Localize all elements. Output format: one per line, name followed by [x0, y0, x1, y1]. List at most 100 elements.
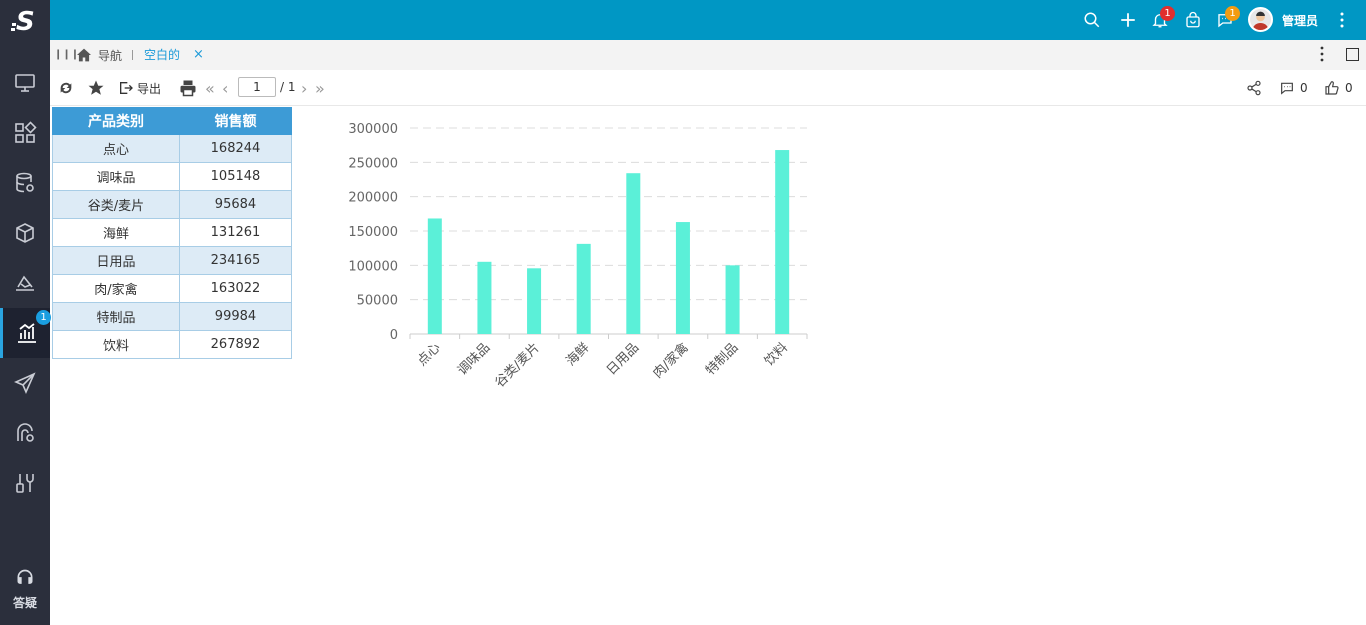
table-cell: 海鲜: [52, 218, 180, 247]
sidebar-item-monitor[interactable]: [0, 58, 50, 108]
likes-count: 0: [1345, 81, 1353, 95]
y-tick-label: 100000: [348, 259, 398, 274]
chart-icon: [17, 323, 36, 343]
x-tick-label: 特制品: [703, 340, 741, 378]
user-icon: [1252, 11, 1269, 30]
y-tick-label: 150000: [348, 225, 398, 240]
table-cell: 163022: [178, 274, 293, 303]
x-tick-label: 调味品: [455, 340, 493, 378]
tab-active[interactable]: 空白的: [144, 40, 180, 70]
messages-badge: 1: [1225, 6, 1240, 21]
monitor-icon: [15, 74, 35, 92]
sidebar-badge: 1: [36, 310, 51, 325]
layers-icon: [16, 275, 34, 291]
tab-separator: [132, 50, 133, 60]
notifications-button[interactable]: 1: [1148, 6, 1175, 32]
logo-icon: S: [11, 7, 35, 35]
chevron-left-icon: ‹: [222, 78, 229, 98]
maximize-icon[interactable]: [1346, 48, 1359, 61]
chart-bar: [477, 261, 492, 334]
export-button[interactable]: 导出: [118, 78, 161, 98]
header-more-button[interactable]: [1330, 8, 1354, 32]
double-chevron-right-icon: »: [315, 78, 325, 98]
chart-bar: [675, 222, 690, 334]
page-total: / 1: [280, 80, 296, 94]
top-bar: 1 1 管理员: [50, 0, 1366, 40]
sidebar-item-send[interactable]: [0, 358, 50, 408]
sidebar-item-database[interactable]: [0, 158, 50, 208]
bag-icon: [1186, 11, 1200, 28]
page-number-input[interactable]: [238, 77, 276, 97]
favorite-button[interactable]: [87, 78, 105, 98]
sidebar-item-layers[interactable]: [0, 258, 50, 308]
like-button[interactable]: 0: [1324, 78, 1353, 98]
table-cell: 点心: [52, 134, 180, 163]
database-icon: [16, 172, 34, 193]
headset-icon: [17, 569, 33, 584]
search-button[interactable]: [1080, 8, 1104, 32]
chart-bar: [626, 173, 641, 334]
x-tick-label: 日用品: [604, 340, 642, 378]
first-page-button[interactable]: «: [205, 78, 215, 98]
prev-page-button[interactable]: ‹: [222, 78, 228, 98]
table-cell: 99984: [178, 302, 293, 331]
sidebar-item-grid[interactable]: [0, 108, 50, 158]
app-logo[interactable]: S: [0, 0, 50, 40]
report-toolbar: 导出 « ‹ / 1 › » 0: [50, 70, 1366, 106]
help-button[interactable]: 答疑: [0, 566, 50, 616]
table-cell: 调味品: [52, 162, 180, 191]
x-tick-label: 饮料: [762, 340, 791, 369]
y-tick-label: 0: [390, 328, 398, 343]
share-button[interactable]: [1246, 78, 1262, 98]
table-row: 饮料 267892: [52, 330, 293, 359]
plus-icon: [1121, 13, 1135, 27]
refresh-button[interactable]: [58, 78, 74, 98]
y-tick-label: 50000: [357, 294, 398, 309]
table-row: 海鲜 131261: [52, 218, 293, 247]
print-button[interactable]: [179, 78, 197, 98]
cube-icon: [16, 223, 34, 243]
export-label: 导出: [137, 81, 162, 96]
table-cell: 168244: [178, 134, 293, 163]
tab-bar: ❙❙❙ 导航 空白的 ×: [50, 40, 1366, 70]
sales-bar-chart: 0 50000 100000 150000 200000 250000 300000 点心 调味…: [348, 122, 808, 391]
x-tick-label: 海鲜: [564, 340, 593, 369]
table-row: 日用品 234165: [52, 246, 293, 275]
more-vertical-icon: [1340, 12, 1344, 28]
user-name[interactable]: 管理员: [1282, 12, 1318, 29]
avatar[interactable]: [1248, 7, 1273, 32]
table-row: 特制品 99984: [52, 302, 293, 331]
table-row: 谷类/麦片 95684: [52, 190, 293, 219]
chevron-right-icon: ›: [301, 78, 308, 98]
table-cell: 特制品: [52, 302, 180, 331]
sidebar-item-chart[interactable]: 1: [0, 308, 51, 358]
x-tick-label: 谷类/麦片: [492, 340, 542, 390]
chart-bar: [527, 268, 542, 334]
column-header-category[interactable]: 产品类别: [52, 107, 180, 135]
column-header-sales[interactable]: 销售额: [178, 107, 293, 135]
messages-button[interactable]: 1: [1213, 6, 1240, 32]
table-cell: 谷类/麦片: [52, 190, 180, 219]
export-icon: [120, 82, 133, 94]
app-root: S 1 答疑 1 1 管理员 ❙❙❙ 导航 空白的 × 导出 « ‹ 1 / 1…: [0, 0, 1366, 625]
sidebar-item-cube[interactable]: [0, 208, 50, 258]
tab-close-icon[interactable]: ×: [193, 40, 204, 70]
table-header-row: 产品类别 销售额: [52, 107, 293, 135]
last-page-button[interactable]: »: [315, 78, 325, 98]
y-tick-label: 200000: [348, 191, 398, 206]
add-button[interactable]: [1116, 8, 1140, 32]
table-cell: 267892: [178, 330, 293, 359]
table-row: 点心 168244: [52, 134, 293, 163]
comments-button[interactable]: 0: [1279, 78, 1308, 98]
tab-more-button[interactable]: [1320, 46, 1334, 64]
sidebar-item-process[interactable]: [0, 408, 50, 458]
double-chevron-left-icon: «: [205, 78, 215, 98]
table-cell: 95684: [178, 190, 293, 219]
tab-navigation[interactable]: 导航: [76, 40, 122, 70]
send-icon: [14, 372, 36, 394]
sidebar-item-tools[interactable]: [0, 458, 50, 508]
process-icon: [17, 423, 34, 442]
store-button[interactable]: [1181, 8, 1205, 32]
table-cell: 日用品: [52, 246, 180, 275]
next-page-button[interactable]: ›: [301, 78, 307, 98]
